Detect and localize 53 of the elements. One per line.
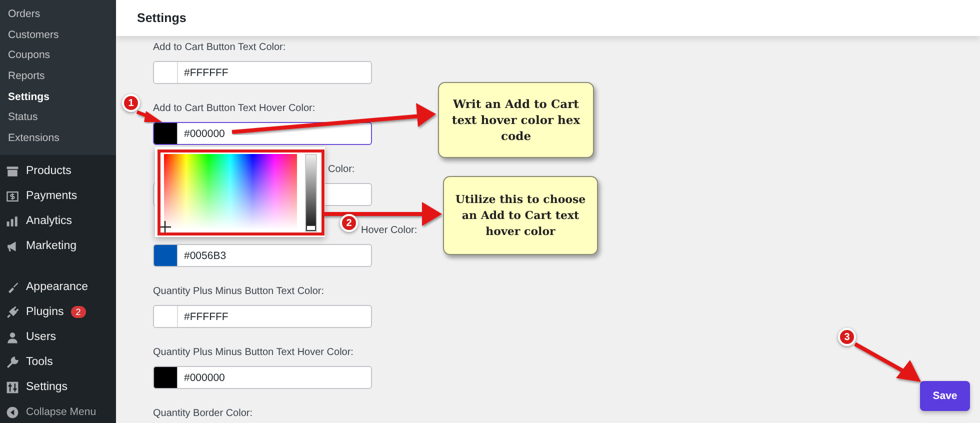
- settings-icon: [6, 380, 19, 394]
- crosshair-icon: [159, 221, 171, 233]
- menu-item[interactable]: Marketing: [0, 234, 116, 259]
- submenu-item[interactable]: Settings: [0, 86, 116, 108]
- color-spectrum[interactable]: [164, 154, 297, 230]
- menu-item[interactable]: Tools: [0, 350, 116, 375]
- arrow: [136, 110, 162, 122]
- color-field[interactable]: #000000: [153, 366, 372, 389]
- analytics-icon: [6, 214, 19, 228]
- menu-item[interactable]: Products: [0, 158, 116, 184]
- menu-item[interactable]: Payments: [0, 184, 116, 209]
- field-label: Hover Color:: [361, 224, 418, 238]
- menu-item[interactable]: Collapse Menu: [0, 400, 116, 423]
- field-label: Quantity Plus Minus Button Text Color:: [153, 285, 324, 299]
- color-swatch[interactable]: [154, 245, 178, 266]
- arrow: [854, 342, 921, 382]
- color-swatch[interactable]: [154, 62, 178, 83]
- submenu-item[interactable]: Reports: [0, 66, 116, 87]
- field-label: Color:: [328, 163, 355, 177]
- color-field[interactable]: #FFFFFF: [153, 61, 372, 84]
- submenu-item[interactable]: Extensions: [0, 128, 116, 149]
- save-button[interactable]: Save: [920, 381, 970, 411]
- color-swatch[interactable]: [154, 367, 178, 388]
- menu-item[interactable]: Plugins 2: [0, 300, 116, 325]
- menu-item[interactable]: Users: [0, 324, 116, 350]
- submenu-item[interactable]: Orders: [0, 4, 116, 25]
- slider-handle[interactable]: [306, 225, 316, 231]
- field-label: Add to Cart Button Text Hover Color:: [153, 102, 316, 116]
- callout-note: Writ an Add to Cart text hover color hex code: [438, 82, 594, 158]
- callout-note: Utilize this to choose an Add to Cart text hover color: [443, 176, 598, 255]
- submenu-item[interactable]: Customers: [0, 24, 116, 46]
- payments-icon: [6, 190, 19, 203]
- submenu-item[interactable]: Status: [0, 107, 116, 128]
- plugins-icon: [6, 306, 19, 319]
- tools-icon: [6, 356, 19, 369]
- submenu-item[interactable]: Coupons: [0, 45, 116, 66]
- shade-slider[interactable]: [305, 154, 317, 232]
- color-field[interactable]: #0056B3: [153, 244, 372, 267]
- color-field[interactable]: #FFFFFF: [153, 305, 372, 328]
- users-icon: [6, 330, 19, 344]
- color-swatch[interactable]: [154, 123, 178, 144]
- count-badge: 2: [70, 306, 86, 318]
- page-title: Settings: [137, 11, 186, 25]
- collapse-icon: [6, 406, 19, 419]
- menu-item[interactable]: Settings: [0, 374, 116, 400]
- menu-item[interactable]: Analytics: [0, 208, 116, 234]
- menu-item[interactable]: Appearance: [0, 274, 116, 300]
- color-field[interactable]: #000000: [153, 122, 372, 145]
- field-label: Quantity Border Color:: [153, 407, 252, 421]
- color-swatch[interactable]: [154, 306, 178, 327]
- marketing-icon: [6, 240, 19, 253]
- field-label: Quantity Plus Minus Button Text Hover Color:: [153, 346, 354, 360]
- field-label: Add to Cart Button Text Color:: [153, 41, 286, 55]
